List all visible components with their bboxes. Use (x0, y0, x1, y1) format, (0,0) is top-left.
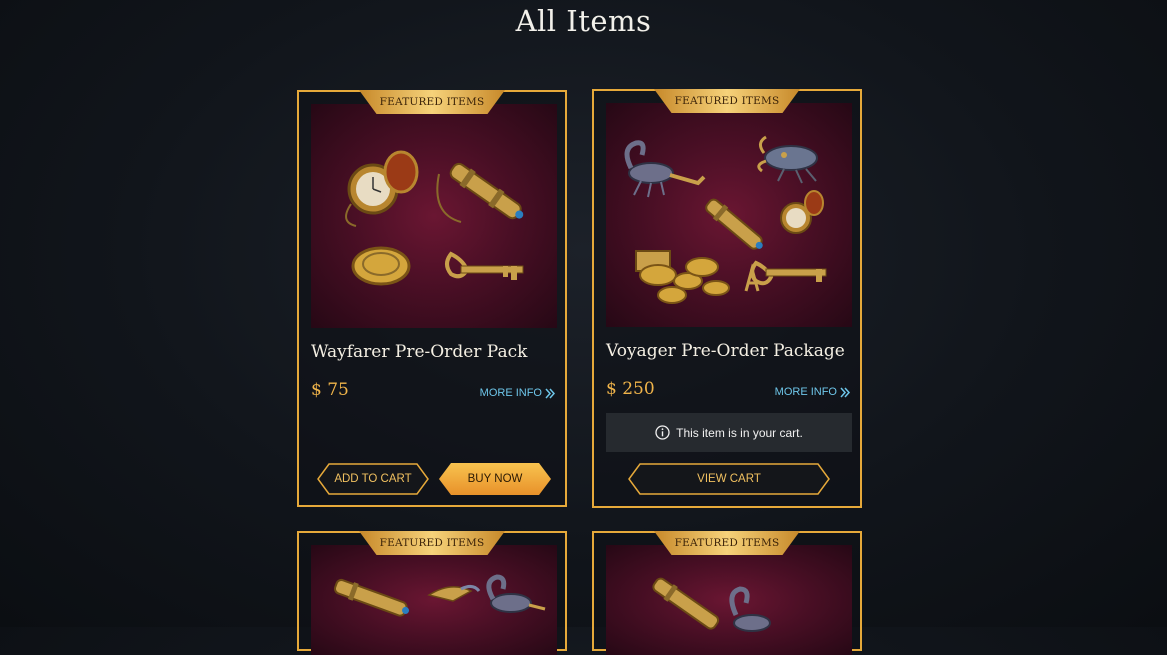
product-name[interactable]: Voyager Pre-Order Package (606, 341, 845, 361)
product-card-wayfarer[interactable]: FEATURED ITEMS Wayfarer Pre-Order Pack $… (297, 90, 567, 507)
spyglass-illustration (652, 577, 720, 630)
featured-ribbon: FEATURED ITEMS (359, 90, 505, 114)
page-title: All Items (515, 4, 652, 38)
product-image[interactable] (311, 104, 557, 328)
add-to-cart-button[interactable]: ADD TO CART (317, 463, 429, 495)
featured-ribbon: FEATURED ITEMS (654, 531, 800, 555)
double-chevron-right-icon (545, 388, 555, 398)
view-cart-label: VIEW CART (697, 473, 761, 485)
buy-now-label: BUY NOW (467, 473, 523, 485)
product-card[interactable]: FEATURED ITEMS (592, 531, 862, 655)
spyglass-illustration (449, 162, 524, 220)
product-price: $ 75 (311, 380, 349, 400)
pocket-watch-illustration (780, 190, 824, 234)
more-info-label: MORE INFO (479, 387, 542, 399)
view-cart-button[interactable]: VIEW CART (628, 463, 830, 495)
in-cart-notice-text: This item is in your cart. (676, 425, 803, 440)
product-image[interactable] (606, 103, 852, 327)
key-illustration (744, 260, 827, 292)
product-card[interactable]: FEATURED ITEMS (297, 531, 567, 655)
product-price: $ 250 (606, 379, 655, 399)
product-image[interactable] (311, 545, 557, 655)
double-chevron-right-icon (840, 387, 850, 397)
beetle-illustration (757, 135, 818, 184)
scorpion-illustration (624, 140, 706, 198)
coin-illustration (351, 246, 411, 286)
dagger-illustration (427, 584, 481, 602)
coin-pile-illustration (635, 250, 730, 304)
key-illustration (445, 251, 524, 280)
add-to-cart-label: ADD TO CART (334, 473, 412, 485)
product-name[interactable]: Wayfarer Pre-Order Pack (311, 342, 527, 362)
scorpion-illustration (729, 586, 771, 632)
spyglass-illustration (705, 198, 763, 250)
info-icon (655, 425, 670, 440)
scorpion-illustration (486, 574, 546, 613)
pocket-watch-illustration (345, 150, 419, 227)
featured-ribbon: FEATURED ITEMS (359, 531, 505, 555)
product-image[interactable] (606, 545, 852, 655)
buy-now-button[interactable]: BUY NOW (439, 463, 551, 495)
spyglass-illustration (333, 578, 410, 617)
more-info-label: MORE INFO (774, 386, 837, 398)
more-info-link[interactable]: MORE INFO (775, 386, 850, 398)
more-info-link[interactable]: MORE INFO (480, 387, 555, 399)
featured-ribbon: FEATURED ITEMS (654, 89, 800, 113)
in-cart-notice: This item is in your cart. (606, 413, 852, 452)
product-card-voyager[interactable]: FEATURED ITEMS Voyager Pre-Order Package… (592, 89, 862, 508)
